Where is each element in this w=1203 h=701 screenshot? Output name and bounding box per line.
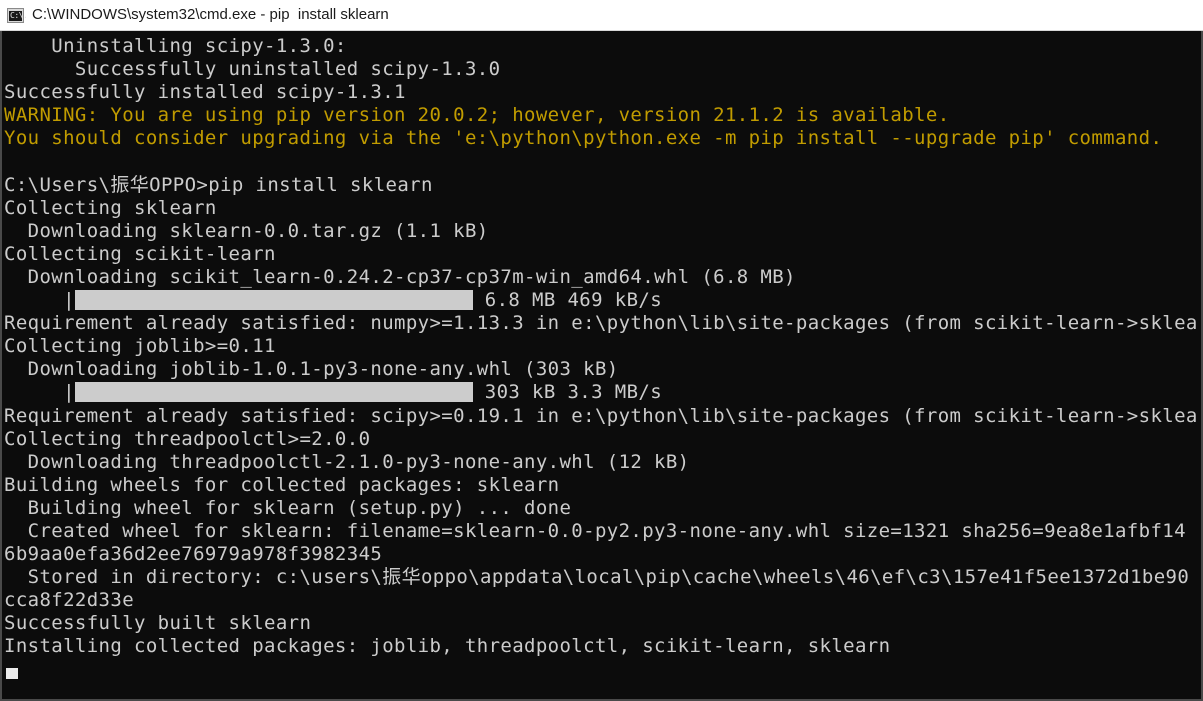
console-output-area[interactable]: Uninstalling scipy-1.3.0: Successfully u… [0,31,1203,701]
terminal-line: C:\Users\振华OPPO>pip install sklearn [4,173,433,196]
terminal-line: Collecting sklearn [4,196,217,219]
terminal-line: Successfully built sklearn [4,612,312,635]
terminal-line: Building wheels for collected packages: … [4,473,560,496]
terminal-line: Downloading sklearn-0.0.tar.gz (1.1 kB) [4,219,489,242]
terminal-line: Successfully uninstalled scipy-1.3.0 [4,58,501,81]
title-bar[interactable]: C:\. C:\WINDOWS\system32\cmd.exe - pip i… [0,0,1203,31]
progress-bar-bracket: | [63,289,75,312]
icon-prompt-glyph: C:\. [10,10,28,20]
cmd-window: C:\. C:\WINDOWS\system32\cmd.exe - pip i… [0,0,1203,701]
progress-indent [4,289,63,311]
terminal-line: cca8f22d33e [4,589,135,612]
terminal-line: Installing collected packages: joblib, t… [4,635,891,658]
terminal-line: Requirement already satisfied: numpy>=1.… [4,312,1203,335]
cmd-console-icon: C:\. [7,7,28,23]
progress-bar-fill [74,382,473,403]
terminal-line: You should consider upgrading via the 'e… [4,127,1163,150]
progress-bar-stats: 6.8 MB 469 kB/s [472,289,663,312]
terminal-line: 6b9aa0efa36d2ee76979a978f3982345 [4,543,383,566]
progress-bar-stats: 303 kB 3.3 MB/s [472,381,663,404]
terminal-line: Uninstalling scipy-1.3.0: [4,35,347,57]
window-title: C:\WINDOWS\system32\cmd.exe - pip instal… [32,6,389,23]
terminal-line: | 303 kB 3.3 MB/s [4,381,1201,404]
terminal-line: Collecting scikit-learn [4,242,276,265]
terminal-line: WARNING: You are using pip version 20.0.… [4,104,950,127]
terminal-line: Downloading joblib-1.0.1-py3-none-any.wh… [4,358,619,381]
terminal-line: Requirement already satisfied: scipy>=0.… [4,404,1203,427]
terminal-line: Successfully installed scipy-1.3.1 [4,81,406,104]
progress-bar-fill [74,290,473,311]
terminal-line: Downloading threadpoolctl-2.1.0-py3-none… [4,450,690,473]
terminal-line: Collecting threadpoolctl>=2.0.0 [4,427,371,450]
terminal-line: Stored in directory: c:\users\振华oppo\app… [4,566,1190,589]
console-text-buffer: Uninstalling scipy-1.3.0: Successfully u… [4,35,1203,699]
progress-indent [4,381,63,403]
terminal-line: | 6.8 MB 469 kB/s [4,289,1201,312]
terminal-line: Building wheel for sklearn (setup.py) ..… [4,496,572,519]
progress-bar-bracket: | [63,381,75,404]
terminal-line: Created wheel for sklearn: filename=skle… [4,519,1186,542]
terminal-line: Collecting joblib>=0.11 [4,335,276,358]
terminal-line: Downloading scikit_learn-0.24.2-cp37-cp3… [4,265,796,288]
text-cursor [6,668,18,679]
